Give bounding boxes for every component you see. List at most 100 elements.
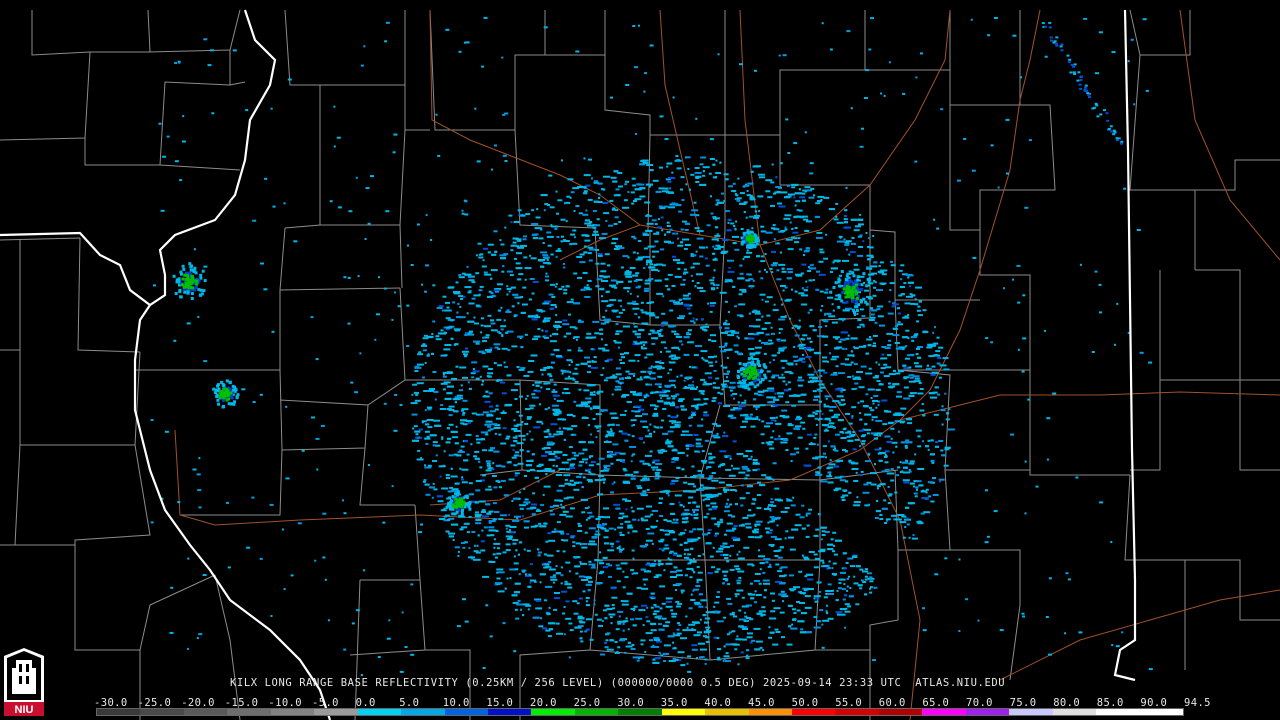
echo-pixel: [568, 570, 571, 573]
echo-pixel: [658, 334, 664, 337]
echo-pixel: [584, 219, 590, 222]
echo-pixel: [828, 560, 831, 563]
echo-pixel: [543, 209, 546, 212]
echo-pixel: [441, 436, 444, 439]
echo-pixel: [566, 359, 573, 362]
echo-pixel: [575, 338, 578, 341]
echo-pixel: [528, 430, 531, 433]
echo-pixel: [870, 397, 873, 399]
echo-pixel: [862, 491, 870, 494]
echo-pixel: [526, 469, 530, 472]
echo-pixel: [647, 532, 655, 535]
echo-pixel: [854, 382, 859, 385]
echo-pixel: [663, 240, 671, 243]
echo-pixel: [595, 249, 600, 251]
echo-pixel: [542, 256, 550, 259]
echo-pixel: [658, 651, 661, 654]
echo-pixel: [687, 376, 689, 379]
echo-pixel: [813, 553, 818, 556]
echo-pixel: [629, 446, 637, 448]
echo-pixel: [787, 423, 792, 426]
echo-pixel: [526, 549, 531, 552]
echo-pixel: [778, 376, 786, 379]
echo-pixel: [471, 376, 475, 379]
echo-pixel: [556, 430, 564, 433]
echo-pixel: [890, 479, 895, 482]
echo-pixel: [761, 341, 768, 344]
echo-pixel: [931, 365, 936, 368]
echo-pixel: [615, 188, 620, 191]
echo-pixel: [478, 460, 481, 463]
echo-pixel: [741, 523, 745, 526]
echo-pixel: [413, 425, 418, 428]
echo-pixel: [828, 315, 836, 318]
echo-pixel: [697, 450, 700, 453]
echo-pixel: [853, 504, 861, 507]
echo-pixel: [473, 558, 479, 561]
echo-pixel: [869, 307, 873, 310]
echo-pixel: [695, 175, 702, 178]
echo-pixel: [482, 449, 487, 452]
echo-pixel: [770, 497, 773, 500]
echo-pixel: [862, 434, 867, 437]
echo-pixel: [712, 507, 717, 510]
echo-pixel: [456, 311, 459, 314]
echo-pixel: [468, 387, 472, 390]
echo-pixel: [654, 223, 658, 226]
echo-pixel: [829, 352, 831, 355]
echo-pixel: [774, 538, 782, 541]
echo-pixel: [513, 424, 516, 427]
echo-pixel: [675, 589, 677, 591]
echo-pixel: [574, 327, 578, 330]
echo-pixel: [659, 497, 663, 500]
echo-pixel: [655, 316, 660, 319]
echo-pixel: [641, 604, 647, 607]
echo-pixel: [526, 394, 529, 397]
echo-pixel: [562, 323, 570, 326]
echo-pixel: [669, 402, 675, 405]
echo-pixel: [445, 476, 450, 479]
echo-pixel: [892, 334, 900, 337]
echo-pixel: [869, 406, 872, 409]
echo-pixel: [840, 496, 845, 499]
echo-pixel: [518, 414, 523, 417]
echo-pixel: [702, 614, 707, 617]
echo-pixel: [814, 352, 821, 355]
echo-pixel: [786, 184, 790, 187]
echo-pixel: [829, 406, 837, 408]
echo-pixel: [525, 397, 528, 400]
echo-pixel: [658, 333, 662, 335]
echo-pixel: [744, 399, 747, 402]
echo-pixel: [802, 334, 808, 337]
echo-pixel: [506, 285, 509, 288]
echo-pixel: [841, 499, 846, 501]
echo-pixel: [880, 367, 886, 370]
echo-pixel: [489, 561, 496, 563]
echo-pixel: [704, 498, 711, 501]
echo-pixel: [581, 543, 587, 545]
echo-pixel: [597, 390, 604, 393]
echo-pixel: [618, 346, 620, 349]
echo-pixel: [672, 518, 675, 521]
echo-pixel: [470, 443, 473, 446]
echo-pixel: [890, 264, 896, 267]
echo-pixel: [757, 173, 765, 176]
echo-pixel: [592, 226, 597, 229]
echo-pixel: [680, 176, 685, 179]
echo-pixel: [740, 504, 744, 507]
echo-pixel: [609, 639, 615, 642]
echo-pixel: [543, 485, 551, 488]
echo-pixel: [693, 517, 699, 520]
echo-pixel: [776, 278, 782, 281]
echo-pixel: [642, 413, 648, 416]
echo-pixel: [520, 311, 526, 314]
echo-pixel: [518, 368, 525, 371]
echo-pixel: [900, 264, 905, 267]
echo-pixel: [864, 428, 871, 431]
echo-pixel: [481, 515, 489, 518]
echo-pixel: [732, 182, 736, 185]
echo-pixel: [450, 467, 453, 470]
echo-pixel: [754, 312, 761, 315]
echo-pixel: [602, 316, 606, 319]
echo-pixel: [446, 427, 450, 430]
